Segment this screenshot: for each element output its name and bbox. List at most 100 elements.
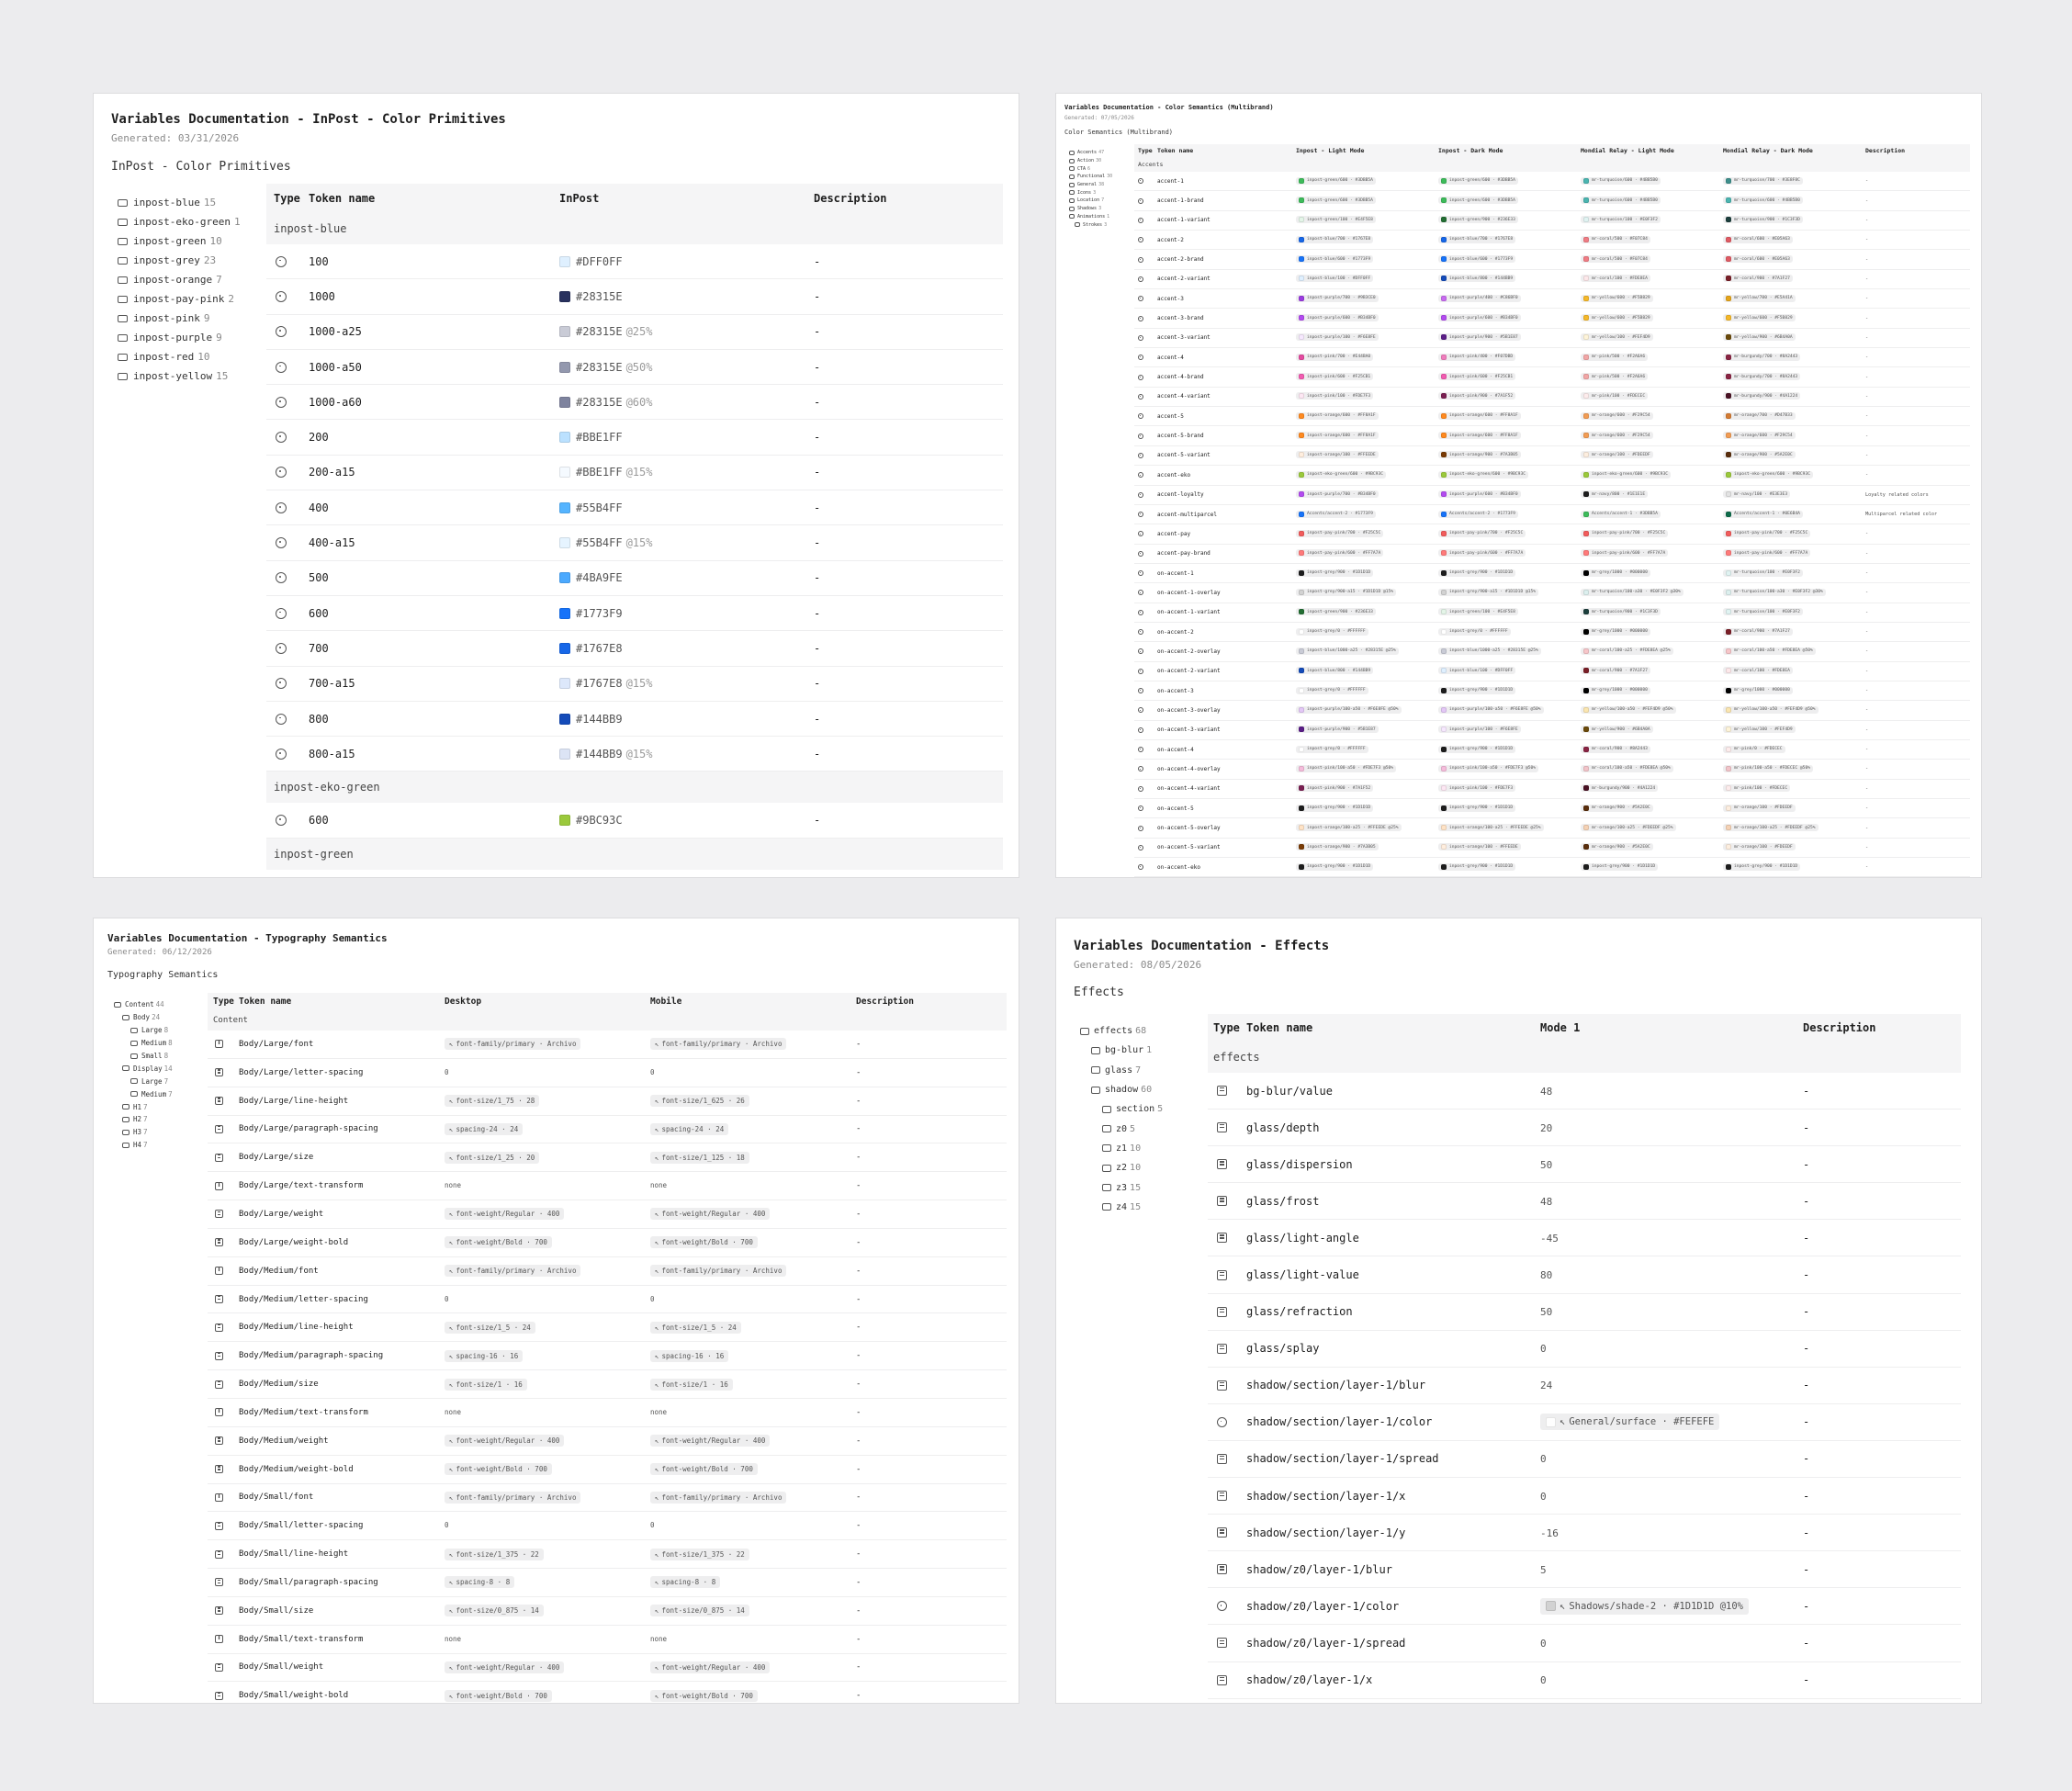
table-row[interactable]: Body/Small/paragraph-spacing ↖ spacing-8 ·… (208, 1569, 1007, 1597)
table-row[interactable]: Body/Small/weight ↖ font-weight/Regular · … (208, 1654, 1007, 1683)
table-row[interactable]: Body/Medium/weight ↖ font-weight/Regular ·… (208, 1427, 1007, 1456)
tree-item[interactable]: inpost-eko-green 1 (118, 212, 265, 231)
table-row[interactable]: on-accent-2-overlay inpost-blue/1000-a25 … (1134, 642, 1970, 662)
table-row[interactable]: bg-blur/value 48 - (1208, 1073, 1961, 1110)
table-row[interactable]: accent-1 inpost-green/600 · #3DBB5A inpost… (1134, 172, 1970, 192)
table-row[interactable]: shadow/z0/layer-1/x 0 - (1208, 1662, 1961, 1699)
table-row[interactable]: Body/Medium/weight-bold ↖ font-weight/Bold… (208, 1456, 1007, 1484)
table-row[interactable]: Body/Medium/text-transform none none - (208, 1399, 1007, 1427)
table-row[interactable]: Body/Large/weight ↖ font-weight/Regular · … (208, 1200, 1007, 1229)
table-row[interactable]: 700-a15 #1767E8 @15% - (266, 667, 1003, 702)
table-row[interactable]: glass/depth 20 - (1208, 1110, 1961, 1147)
tree-item[interactable]: z1 10 (1080, 1139, 1209, 1158)
table-row[interactable]: Body/Large/line-height ↖ font-size/1_75 · … (208, 1087, 1007, 1116)
table-row[interactable]: on-accent-5-variant inpost-orange/900 · #… (1134, 839, 1970, 859)
table-row[interactable]: 700 #1767E8 - (266, 631, 1003, 667)
table-row[interactable]: accent-pay-brand inpost-pay-pink/600 · #F… (1134, 545, 1970, 564)
tree-item[interactable]: Large 8 (114, 1024, 210, 1037)
table-row[interactable]: accent-4-variant inpost-pink/100 · #FDE7F… (1134, 388, 1970, 408)
tree-item[interactable]: CTA 6 (1069, 164, 1133, 173)
tree-item[interactable]: Medium 7 (114, 1087, 210, 1100)
tree-item[interactable]: Small 8 (114, 1050, 210, 1063)
table-row[interactable]: glass/dispersion 50 - (1208, 1146, 1961, 1184)
tree-item[interactable]: z4 15 (1080, 1198, 1209, 1217)
table-row[interactable]: 100 #DFF0FF - (266, 244, 1003, 280)
table-row[interactable]: on-accent-2 inpost-grey/0 · #FFFFFF inpost… (1134, 623, 1970, 643)
tree-item[interactable]: Icons 3 (1069, 188, 1133, 197)
tree-item[interactable]: H4 7 (114, 1139, 210, 1152)
tree-item[interactable]: effects 68 (1080, 1021, 1209, 1041)
tree-item[interactable]: Animations 1 (1069, 213, 1133, 221)
table-row[interactable]: accent-eko inpost-eko-green/600 · #9BC93C… (1134, 466, 1970, 486)
tree-item[interactable]: Accents 47 (1069, 149, 1133, 157)
table-row[interactable]: Body/Small/text-transform none none - (208, 1626, 1007, 1654)
tree-item[interactable]: Location 7 (1069, 197, 1133, 205)
table-row[interactable]: 500 #4BA9FE - (266, 561, 1003, 596)
table-row[interactable]: Body/Small/weight-bold ↖ font-weight/Bold … (208, 1682, 1007, 1703)
table-row[interactable]: Body/Small/letter-spacing 0 0 - (208, 1512, 1007, 1541)
table-row[interactable]: 200 #BBE1FF - (266, 420, 1003, 456)
tree-item[interactable]: Action 30 (1069, 157, 1133, 165)
table-row[interactable]: 200-a15 #BBE1FF @15% - (266, 456, 1003, 491)
table-row[interactable]: Body/Large/letter-spacing 0 0 - (208, 1059, 1007, 1087)
table-row[interactable]: on-accent-1 inpost-grey/900 · #1D1D1D inpo… (1134, 564, 1970, 584)
table-row[interactable]: accent-5-brand inpost-orange/600 · #FF8A1… (1134, 426, 1970, 446)
table-row[interactable]: Body/Large/size ↖ font-size/1_25 · 20 ↖ font… (208, 1143, 1007, 1173)
table-row[interactable]: shadow/section/layer-1/blur 24 - (1208, 1368, 1961, 1404)
table-row[interactable]: accent-1-brand inpost-green/600 · #3DBB5A… (1134, 191, 1970, 211)
table-row[interactable]: 1000-a25 #28315E @25% - (266, 315, 1003, 350)
table-row[interactable]: Body/Medium/paragraph-spacing ↖ spacing-16… (208, 1342, 1007, 1371)
table-row[interactable]: on-accent-3 inpost-grey/0 · #FFFFFF inpost… (1134, 681, 1970, 702)
table-row[interactable]: 1000 #28315E - (266, 279, 1003, 315)
table-row[interactable]: accent-3 inpost-purple/700 · #9B3CE0 inpos… (1134, 289, 1970, 310)
table-row[interactable]: accent-loyalty inpost-purple/700 · #B34BF… (1134, 486, 1970, 505)
tree-item[interactable]: section 5 (1080, 1099, 1209, 1119)
tree-item[interactable]: Body 24 (114, 1011, 210, 1024)
table-row[interactable]: accent-pay inpost-pay-pink/700 · #F25C5C i… (1134, 524, 1970, 545)
table-row[interactable]: Body/Small/size ↖ font-size/0_875 · 14 ↖ fon… (208, 1597, 1007, 1626)
table-row[interactable]: Body/Medium/letter-spacing 0 0 - (208, 1286, 1007, 1314)
table-row[interactable]: shadow/z0/layer-1/color ↖ Shadows/shade-2 … (1208, 1588, 1961, 1626)
tree-item[interactable]: inpost-blue 15 (118, 193, 265, 212)
tree-item[interactable]: inpost-pink 9 (118, 309, 265, 328)
table-row[interactable]: accent-4 inpost-pink/700 · #E44BA0 inpost-… (1134, 348, 1970, 368)
table-row[interactable]: glass/frost 48 - (1208, 1183, 1961, 1221)
table-row[interactable]: accent-multiparcel Accents/accent-2 · #17… (1134, 505, 1970, 525)
table-row[interactable]: glass/refraction 50 - (1208, 1294, 1961, 1331)
table-row[interactable]: shadow/z0/layer-1/blur 5 - (1208, 1551, 1961, 1589)
table-row[interactable]: accent-4-brand inpost-pink/600 · #F25CB1 i… (1134, 367, 1970, 388)
table-row[interactable]: Body/Large/text-transform none none - (208, 1172, 1007, 1201)
table-row[interactable]: shadow/section/layer-1/y -16 - (1208, 1515, 1961, 1552)
table-row[interactable]: on-accent-eko inpost-grey/900 · #1D1D1D in… (1134, 858, 1970, 877)
table-row[interactable]: on-accent-3-variant inpost-purple/900 · #… (1134, 721, 1970, 740)
tree-item[interactable]: inpost-green 10 (118, 231, 265, 251)
tree-item[interactable]: inpost-yellow 15 (118, 366, 265, 386)
table-row[interactable]: on-accent-4-variant inpost-pink/900 · #7A… (1134, 780, 1970, 799)
table-row[interactable]: accent-3-brand inpost-purple/600 · #B34BF… (1134, 309, 1970, 329)
tree-item[interactable]: shadow 60 (1080, 1080, 1209, 1099)
table-row[interactable]: accent-2 inpost-blue/700 · #1767E8 inpost-… (1134, 231, 1970, 251)
table-row[interactable]: shadow/section/layer-1/spread 0 - (1208, 1441, 1961, 1479)
table-row[interactable]: accent-3-variant inpost-purple/100 · #F6E… (1134, 329, 1970, 349)
tree-item[interactable]: bg-blur 1 (1080, 1041, 1209, 1060)
table-row[interactable]: 400 #55B4FF - (266, 490, 1003, 526)
tree-item[interactable]: Shadows 3 (1069, 205, 1133, 213)
table-row[interactable]: Body/Small/font↖font-family/primary · Ar… (208, 1484, 1007, 1513)
table-row[interactable]: Body/Medium/line-height ↖ font-size/1_5 · … (208, 1313, 1007, 1343)
table-row[interactable]: Body/Medium/size ↖ font-size/1 · 16 ↖ font-s… (208, 1370, 1007, 1399)
tree-item[interactable]: Strokes 3 (1069, 220, 1133, 229)
table-row[interactable]: 600 #9BC93C - (266, 803, 1003, 839)
tree-item[interactable]: Display 14 (114, 1062, 210, 1075)
tree-item[interactable]: Medium 8 (114, 1037, 210, 1050)
table-row[interactable]: Body/Medium/font↖font-family/primary · A… (208, 1257, 1007, 1286)
table-row[interactable]: accent-1-variant inpost-green/100 · #E4F5… (1134, 211, 1970, 231)
table-row[interactable]: 800-a15 #144BB9 @15% - (266, 737, 1003, 772)
tree-item[interactable]: Content 44 (114, 998, 210, 1011)
table-row[interactable]: 1000-a50 #28315E @50% - (266, 350, 1003, 386)
tree-item[interactable]: H2 7 (114, 1113, 210, 1126)
table-row[interactable]: on-accent-4 inpost-grey/0 · #FFFFFF inpost… (1134, 740, 1970, 760)
table-row[interactable]: shadow/z0/layer-1/spread 0 - (1208, 1625, 1961, 1662)
table-row[interactable]: 600 #1773F9 - (266, 596, 1003, 632)
tree-item[interactable]: z3 15 (1080, 1177, 1209, 1197)
table-row[interactable]: glass/light-angle -45 - (1208, 1220, 1961, 1257)
